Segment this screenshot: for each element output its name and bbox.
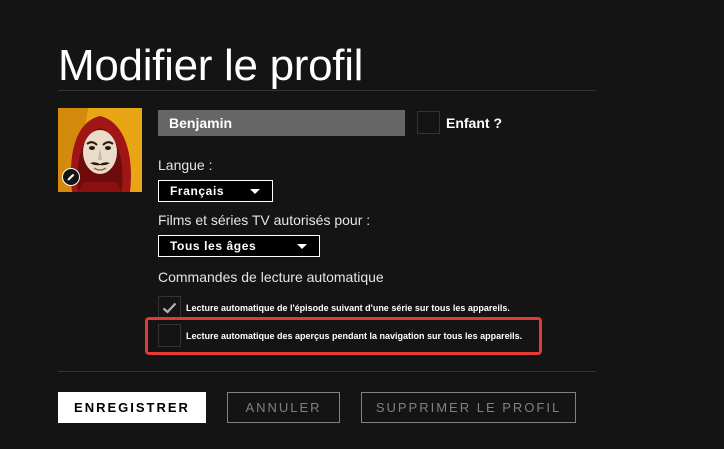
autoplay-previews-checkbox[interactable] bbox=[158, 324, 181, 347]
autoplay-next-episode-checkbox[interactable] bbox=[158, 296, 181, 319]
checkmark-icon bbox=[162, 302, 177, 314]
maturity-selected-value: Tous les âges bbox=[170, 239, 257, 253]
kids-checkbox[interactable] bbox=[417, 111, 440, 134]
save-button[interactable]: ENREGISTRER bbox=[58, 392, 206, 423]
profile-name-input[interactable] bbox=[158, 110, 405, 136]
pencil-icon bbox=[67, 173, 75, 181]
language-label: Langue : bbox=[158, 157, 213, 173]
autoplay-next-episode-label: Lecture automatique de l'épisode suivant… bbox=[186, 303, 510, 313]
autoplay-heading: Commandes de lecture automatique bbox=[158, 269, 384, 285]
delete-profile-button[interactable]: SUPPRIMER LE PROFIL bbox=[361, 392, 576, 423]
kids-label: Enfant ? bbox=[446, 115, 502, 131]
cancel-button[interactable]: ANNULER bbox=[227, 392, 340, 423]
top-divider bbox=[58, 90, 596, 91]
edit-profile-page: Modifier le profil Enfant ? Langue : Fra… bbox=[0, 0, 724, 449]
language-selected-value: Français bbox=[170, 184, 225, 198]
maturity-label: Films et séries TV autorisés pour : bbox=[158, 212, 371, 228]
page-title: Modifier le profil bbox=[58, 41, 364, 90]
language-select[interactable]: Français bbox=[158, 180, 273, 202]
maturity-select[interactable]: Tous les âges bbox=[158, 235, 320, 257]
edit-avatar-button[interactable] bbox=[62, 168, 80, 186]
chevron-down-icon bbox=[250, 189, 260, 194]
autoplay-previews-label: Lecture automatique des aperçus pendant … bbox=[186, 331, 523, 341]
chevron-down-icon bbox=[297, 244, 307, 249]
bottom-divider bbox=[58, 371, 596, 372]
